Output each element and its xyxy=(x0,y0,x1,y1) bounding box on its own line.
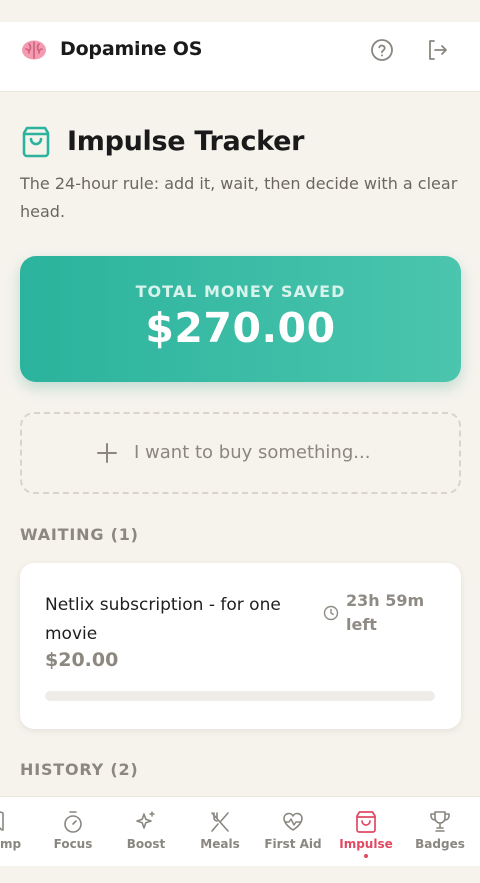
total-saved-card: TOTAL MONEY SAVED $270.00 xyxy=(20,256,461,382)
heart-pulse-icon xyxy=(283,812,303,831)
shopping-bag-icon xyxy=(356,811,376,833)
bottom-margin xyxy=(0,866,480,883)
logout-icon[interactable] xyxy=(425,38,449,62)
nav-item-meals[interactable]: Meals xyxy=(180,797,260,867)
brain-outline-icon xyxy=(0,811,4,831)
add-impulse-label: I want to buy something... xyxy=(134,442,371,463)
nav-item-badges[interactable]: Badges xyxy=(400,797,480,867)
nav-label-dump: mp xyxy=(0,837,22,851)
stopwatch-icon xyxy=(64,811,82,833)
nav-item-focus[interactable]: Focus xyxy=(33,797,113,867)
nav-item-first-aid[interactable]: First Aid xyxy=(253,797,333,867)
waiting-section-label: WAITING (1) xyxy=(20,525,139,544)
nav-label-badges: Badges xyxy=(415,837,465,851)
shopping-bag-icon xyxy=(22,126,50,158)
time-left: 23h 59m left xyxy=(346,591,425,634)
utensils-icon xyxy=(211,812,229,832)
nav-label-meals: Meals xyxy=(200,837,240,851)
item-price: $20.00 xyxy=(45,649,119,671)
bottom-nav: mp Focus Boost Meals First Aid Impulse B… xyxy=(0,796,480,866)
add-impulse-button[interactable]: I want to buy something... xyxy=(20,412,461,494)
trophy-icon xyxy=(430,811,450,832)
app-title: Dopamine OS xyxy=(60,38,203,60)
total-saved-label: TOTAL MONEY SAVED xyxy=(135,282,346,301)
nav-label-boost: Boost xyxy=(126,837,166,851)
item-name: Netlix subscription - for one movie xyxy=(45,595,281,644)
active-indicator-dot xyxy=(364,854,368,858)
nav-label-focus: Focus xyxy=(53,837,93,851)
plus-icon xyxy=(97,443,117,463)
clock-icon xyxy=(323,605,339,621)
sparkles-icon xyxy=(136,811,155,829)
wait-progress-bar xyxy=(45,691,435,701)
app-header: Dopamine OS xyxy=(0,22,480,92)
history-section-label: HISTORY (2) xyxy=(20,760,139,779)
nav-item-boost[interactable]: Boost xyxy=(106,797,186,867)
page-title: Impulse Tracker xyxy=(67,126,305,157)
nav-item-impulse[interactable]: Impulse xyxy=(326,797,406,867)
brain-icon xyxy=(22,40,46,60)
waiting-item-card[interactable]: Netlix subscription - for one movie 23h … xyxy=(20,563,461,729)
page-subtitle: The 24-hour rule: add it, wait, then dec… xyxy=(20,174,458,221)
help-circle-icon[interactable] xyxy=(370,38,394,62)
total-saved-amount: $270.00 xyxy=(145,304,336,352)
top-margin xyxy=(0,0,480,22)
nav-label-first-aid: First Aid xyxy=(264,837,322,851)
nav-label-impulse: Impulse xyxy=(339,837,393,851)
